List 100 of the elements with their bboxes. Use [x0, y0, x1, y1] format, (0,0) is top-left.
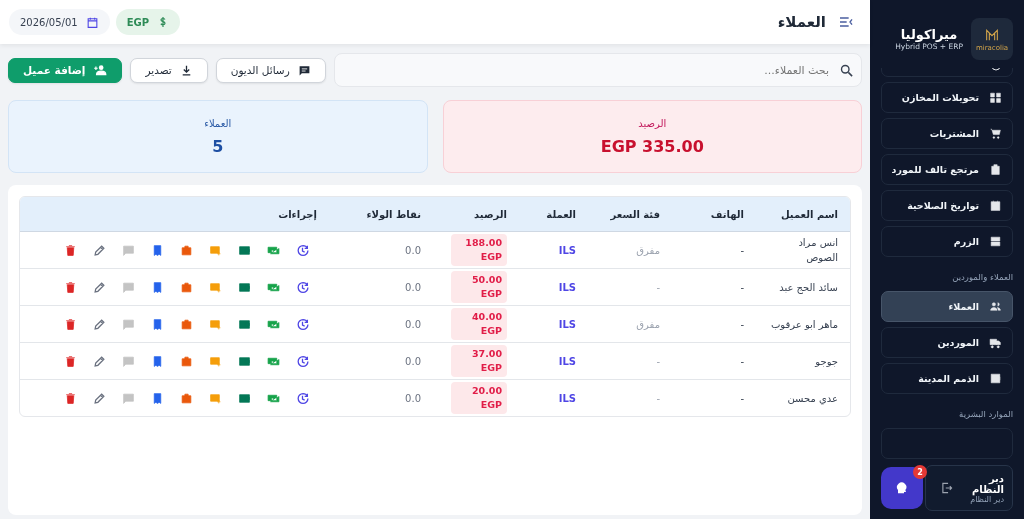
balance-tag: 188.00 EGP — [451, 233, 507, 267]
history-icon[interactable] — [296, 317, 309, 331]
m-logo-icon — [984, 26, 1000, 43]
delete-icon[interactable] — [64, 354, 77, 368]
table-cell: - — [740, 355, 744, 367]
stat-value: EGP 335.00 — [600, 136, 704, 156]
column-header: إجراءات — [20, 197, 329, 232]
receipt-icon[interactable] — [151, 391, 164, 405]
date-pill[interactable]: 2026/05/01 — [9, 9, 110, 35]
table-cell: - — [740, 392, 744, 404]
menu-item-icon — [989, 127, 1002, 140]
table-cell: ILS — [558, 244, 576, 256]
user-card[interactable]: دير النظام دير النظام — [925, 465, 1013, 511]
sidebar-section-label: العملاء والموردين — [951, 272, 1013, 282]
balance-tag: 50.00 EGP — [451, 270, 507, 304]
sidebar-item[interactable]: تواريخ الصلاحية — [881, 190, 1013, 221]
search-field[interactable]: بحث العملاء... — [333, 53, 862, 87]
menu-item-icon — [989, 300, 1002, 313]
column-header: الهاتف — [672, 197, 756, 232]
table-cell: 0.0 — [405, 244, 421, 256]
sidebar-item[interactable]: الذمم المدينة — [881, 363, 1013, 394]
currency-pill[interactable]: EGP — [115, 9, 180, 35]
table-cell: ILS — [558, 318, 576, 330]
search-icon — [839, 63, 854, 78]
column-header: العملة — [519, 197, 588, 232]
table-cell: - — [740, 281, 744, 293]
edit-icon[interactable] — [93, 243, 106, 257]
add-person-icon — [93, 63, 108, 77]
table-cell: ILS — [558, 355, 576, 367]
stat-label: الرصيد — [638, 117, 667, 129]
history-icon[interactable] — [296, 354, 309, 368]
menu-item-icon — [989, 336, 1002, 349]
edit-icon[interactable] — [93, 317, 106, 331]
column-header: اسم العميل — [756, 197, 850, 232]
dollar-icon — [157, 16, 169, 28]
delete-icon[interactable] — [64, 243, 77, 257]
sidebar-item[interactable]: تحويلات المخازن — [881, 82, 1013, 113]
delete-icon[interactable] — [64, 391, 77, 405]
briefcase-icon[interactable] — [180, 317, 193, 331]
edit-icon[interactable] — [93, 280, 106, 294]
history-icon[interactable] — [296, 243, 309, 257]
stat-value: 5 — [212, 136, 224, 156]
table-cell: - — [656, 392, 660, 404]
brand-name: ميراكوليا — [900, 27, 958, 42]
receipt-icon[interactable] — [151, 280, 164, 294]
column-header: الرصيد — [433, 197, 519, 232]
calendar-icon — [85, 15, 99, 29]
table-cell: سائد الحج عبد — [779, 281, 838, 293]
sidebar-item[interactable]: الزرم — [881, 226, 1013, 257]
edit-icon[interactable] — [93, 391, 106, 405]
notification-badge: 2 — [913, 465, 927, 479]
sidebar-item[interactable]: العملاء — [881, 291, 1013, 322]
briefcase-icon[interactable] — [180, 280, 193, 294]
balance-tag: 37.00 EGP — [451, 344, 507, 378]
user-name: دير النظام — [970, 472, 1004, 495]
menu-item-icon — [989, 235, 1002, 248]
table-cell: ILS — [558, 392, 576, 404]
sidebar-item[interactable]: المشتريات — [881, 118, 1013, 149]
table-cell: 0.0 — [405, 392, 421, 404]
menu-item-icon — [989, 199, 1002, 212]
table-cell: جوجو — [815, 355, 838, 367]
table-cell: مفرق — [636, 318, 660, 330]
column-header: فئة السعر — [588, 197, 672, 232]
sidebar-item[interactable]: الموردين — [881, 327, 1013, 358]
briefcase-icon[interactable] — [180, 391, 193, 405]
menu-item-icon — [989, 372, 1002, 385]
table-cell: 0.0 — [405, 355, 421, 367]
sidebar-item[interactable]: مرتجع تالف للمورد — [881, 154, 1013, 185]
export-button[interactable]: تصدير — [130, 57, 208, 83]
table-cell: - — [740, 318, 744, 330]
menu-item-icon — [989, 163, 1002, 176]
table-cell: 0.0 — [405, 318, 421, 330]
receipt-icon[interactable] — [151, 243, 164, 257]
table-cell: انس مراد الصوص — [798, 237, 838, 263]
stat-label: العملاء — [204, 117, 232, 129]
briefcase-icon[interactable] — [180, 243, 193, 257]
table-cell: 0.0 — [405, 281, 421, 293]
edit-icon[interactable] — [93, 354, 106, 368]
table-cell: - — [656, 355, 660, 367]
sidebar-section-label: الموارد البشرية — [958, 409, 1013, 419]
menu-icon[interactable] — [838, 14, 854, 30]
table-cell: ILS — [558, 281, 576, 293]
briefcase-icon[interactable] — [180, 354, 193, 368]
receipt-icon[interactable] — [151, 317, 164, 331]
table-cell: عدي محسن — [787, 392, 838, 404]
column-header: نقاط الولاء — [329, 197, 433, 232]
table-cell: ماهر ابو عرقوب — [770, 318, 838, 330]
history-icon[interactable] — [296, 280, 309, 294]
balance-tag: 20.00 EGP — [451, 381, 507, 415]
logout-icon[interactable] — [940, 481, 954, 495]
table-cell: مفرق — [636, 244, 660, 256]
menu-item-icon — [989, 91, 1002, 104]
receipt-icon[interactable] — [151, 354, 164, 368]
delete-icon[interactable] — [64, 280, 77, 294]
history-icon[interactable] — [296, 391, 309, 405]
table-cell: - — [656, 281, 660, 293]
table-cell: - — [740, 244, 744, 256]
page-title: العملاء — [777, 13, 826, 31]
delete-icon[interactable] — [64, 317, 77, 331]
messages-button[interactable]: رسائل الديون — [215, 57, 326, 83]
